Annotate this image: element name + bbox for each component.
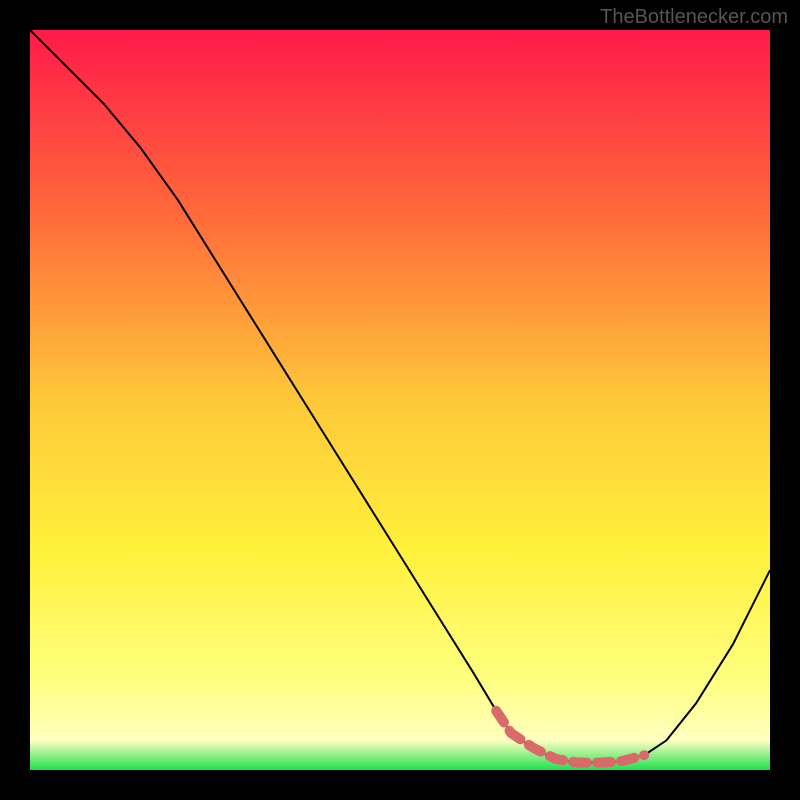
chart-svg [30, 30, 770, 770]
chart-background [30, 30, 770, 770]
watermark-text: TheBottlenecker.com [600, 6, 788, 29]
bottleneck-chart [30, 30, 770, 770]
